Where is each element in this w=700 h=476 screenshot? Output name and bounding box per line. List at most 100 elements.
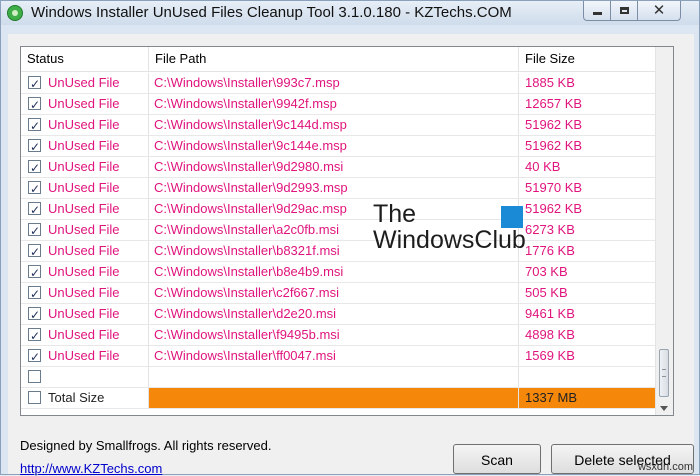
file-path-cell: C:\Windows\Installer\d2e20.msi [149, 304, 519, 324]
table-row[interactable]: UnUsed File C:\Windows\Installer\b8e4b9.m… [21, 262, 657, 283]
status-cell: UnUsed File [21, 304, 149, 325]
app-window: Windows Installer UnUsed Files Cleanup T… [0, 0, 700, 476]
status-text: UnUsed File [48, 222, 120, 237]
status-text: UnUsed File [48, 348, 120, 363]
row-checkbox[interactable] [28, 284, 41, 304]
row-checkbox[interactable] [28, 242, 41, 262]
status-cell: UnUsed File [21, 94, 149, 115]
table-row[interactable]: UnUsed File C:\Windows\Installer\ff0047.m… [21, 346, 657, 367]
file-size-cell: 1885 KB [525, 75, 575, 90]
status-cell: UnUsed File [21, 346, 149, 367]
status-text: UnUsed File [48, 75, 120, 90]
file-size-cell: 12657 KB [525, 96, 583, 111]
table-row[interactable]: UnUsed File C:\Windows\Installer\9942f.ms… [21, 94, 657, 115]
title-bar[interactable]: Windows Installer UnUsed Files Cleanup T… [1, 1, 699, 25]
scrollbar-thumb[interactable] [659, 349, 669, 397]
table-row[interactable]: UnUsed File C:\Windows\Installer\9d2980.m… [21, 157, 657, 178]
file-path-cell: C:\Windows\Installer\9942f.msp [149, 94, 519, 114]
file-path-cell: C:\Windows\Installer\9d2980.msi [149, 157, 519, 177]
row-checkbox[interactable] [28, 326, 41, 346]
file-size-cell: 703 KB [525, 264, 568, 279]
status-cell [21, 367, 149, 387]
row-checkbox[interactable] [28, 221, 41, 241]
status-cell: UnUsed File [21, 73, 149, 94]
row-checkbox[interactable] [28, 179, 41, 199]
file-path-cell [149, 388, 519, 408]
file-path-cell: C:\Windows\Installer\9d29ac.msp [149, 199, 519, 219]
status-cell: Total Size [21, 388, 149, 408]
file-size-cell: 1776 KB [525, 243, 575, 258]
website-link[interactable]: http://www.KZTechs.com [20, 461, 162, 476]
list-header: Status File Path File Size [21, 47, 657, 72]
row-checkbox[interactable] [28, 137, 41, 157]
total-size-row[interactable]: Total Size 1337 MB [21, 388, 657, 409]
row-checkbox[interactable] [28, 370, 41, 383]
file-size-cell: 9461 KB [525, 306, 575, 321]
status-cell: UnUsed File [21, 262, 149, 283]
table-row[interactable]: UnUsed File C:\Windows\Installer\9d29ac.m… [21, 199, 657, 220]
column-header-file-path[interactable]: File Path [149, 47, 519, 71]
table-row[interactable]: UnUsed File C:\Windows\Installer\9c144e.m… [21, 136, 657, 157]
table-row[interactable]: UnUsed File C:\Windows\Installer\a2c0fb.m… [21, 220, 657, 241]
maximize-button[interactable] [610, 1, 638, 21]
status-text: UnUsed File [48, 117, 120, 132]
file-path-cell: C:\Windows\Installer\f9495b.msi [149, 325, 519, 345]
row-checkbox[interactable] [28, 347, 41, 367]
minimize-button[interactable] [583, 1, 611, 21]
file-path-cell: C:\Windows\Installer\9d2993.msp [149, 178, 519, 198]
row-checkbox[interactable] [28, 95, 41, 115]
app-recycle-icon [7, 5, 23, 21]
row-checkbox[interactable] [28, 200, 41, 220]
column-header-status[interactable]: Status [21, 47, 149, 71]
close-button[interactable]: ✕ [637, 1, 681, 21]
maximize-icon [619, 7, 629, 14]
file-path-cell: C:\Windows\Installer\993c7.msp [149, 73, 519, 93]
status-text: UnUsed File [48, 180, 120, 195]
table-row[interactable]: UnUsed File C:\Windows\Installer\f9495b.m… [21, 325, 657, 346]
status-text: UnUsed File [48, 327, 120, 342]
footer-credit: Designed by Smallfrogs. All rights reser… [20, 438, 272, 453]
file-list[interactable]: Status File Path File Size UnUsed File C:… [20, 46, 674, 416]
file-path-cell: C:\Windows\Installer\c2f667.msi [149, 283, 519, 303]
status-text: UnUsed File [48, 138, 120, 153]
row-checkbox[interactable] [28, 116, 41, 136]
column-header-file-size[interactable]: File Size [519, 47, 657, 71]
scroll-down-arrow-icon[interactable] [660, 406, 668, 411]
file-path-cell: C:\Windows\Installer\a2c0fb.msi [149, 220, 519, 240]
client-area: Status File Path File Size UnUsed File C:… [8, 34, 694, 476]
table-row[interactable]: UnUsed File C:\Windows\Installer\993c7.ms… [21, 73, 657, 94]
file-size-cell: 51962 KB [525, 201, 583, 216]
file-size-cell: 51962 KB [525, 138, 583, 153]
table-row[interactable]: UnUsed File C:\Windows\Installer\b8321f.m… [21, 241, 657, 262]
status-cell: UnUsed File [21, 220, 149, 241]
status-text: UnUsed File [48, 285, 120, 300]
row-checkbox[interactable] [28, 158, 41, 178]
window-title: Windows Installer UnUsed Files Cleanup T… [31, 4, 512, 21]
total-size-label: Total Size [48, 390, 105, 405]
status-text: UnUsed File [48, 159, 120, 174]
row-checkbox[interactable] [28, 305, 41, 325]
file-size-cell: 51962 KB [525, 117, 583, 132]
file-path-cell: C:\Windows\Installer\b8e4b9.msi [149, 262, 519, 282]
file-size-cell: 1569 KB [525, 348, 575, 363]
vertical-scrollbar[interactable] [655, 47, 673, 415]
file-path-cell: C:\Windows\Installer\b8321f.msi [149, 241, 519, 261]
status-cell: UnUsed File [21, 325, 149, 346]
scan-button[interactable]: Scan [453, 444, 541, 474]
status-cell: UnUsed File [21, 241, 149, 262]
row-checkbox[interactable] [28, 391, 41, 404]
table-row[interactable]: UnUsed File C:\Windows\Installer\d2e20.ms… [21, 304, 657, 325]
file-path-cell: C:\Windows\Installer\9c144d.msp [149, 115, 519, 135]
file-size-cell: 51970 KB [525, 180, 583, 195]
empty-row[interactable] [21, 367, 657, 388]
table-row[interactable]: UnUsed File C:\Windows\Installer\9c144d.m… [21, 115, 657, 136]
status-cell: UnUsed File [21, 283, 149, 304]
row-checkbox[interactable] [28, 263, 41, 283]
row-checkbox[interactable] [28, 74, 41, 94]
table-row[interactable]: UnUsed File C:\Windows\Installer\9d2993.m… [21, 178, 657, 199]
status-cell: UnUsed File [21, 199, 149, 220]
close-icon: ✕ [652, 1, 666, 19]
table-row[interactable]: UnUsed File C:\Windows\Installer\c2f667.m… [21, 283, 657, 304]
status-text: UnUsed File [48, 306, 120, 321]
status-cell: UnUsed File [21, 178, 149, 199]
